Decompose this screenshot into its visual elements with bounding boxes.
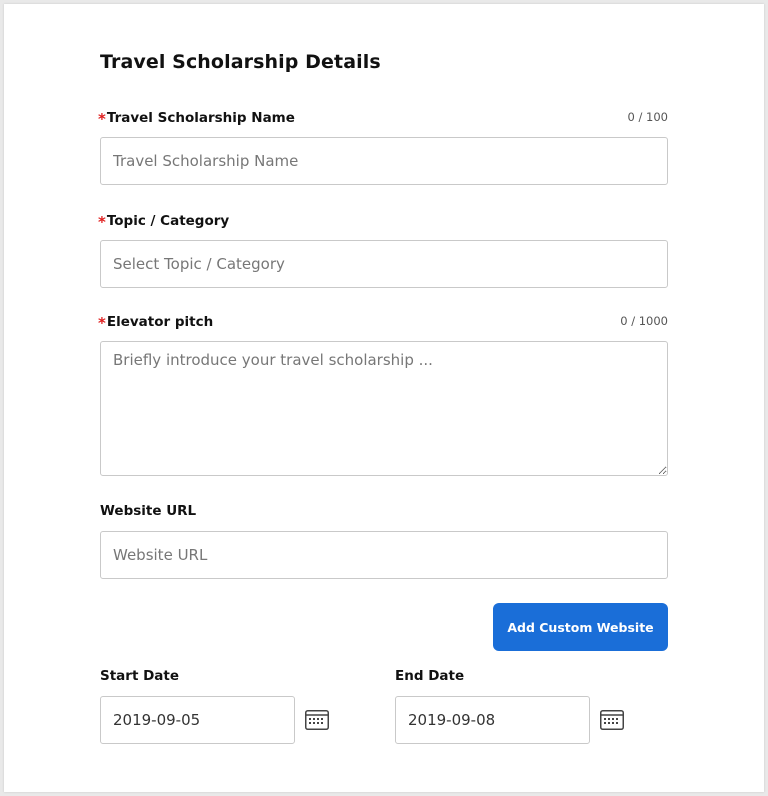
- website-url-input[interactable]: [100, 531, 668, 579]
- name-label-text: Travel Scholarship Name: [106, 110, 295, 126]
- pitch-label: *Elevator pitch: [98, 312, 214, 332]
- pitch-label-text: Elevator pitch: [106, 314, 214, 330]
- elevator-pitch-textarea[interactable]: [100, 341, 668, 476]
- form-card: Travel Scholarship Details *Travel Schol…: [4, 4, 764, 792]
- end-date-input[interactable]: [395, 696, 590, 744]
- website-label: Website URL: [100, 503, 197, 519]
- name-label: *Travel Scholarship Name: [98, 108, 295, 128]
- pitch-char-counter: 0 / 1000: [620, 314, 668, 328]
- end-date-label: End Date: [395, 668, 465, 684]
- required-marker: *: [98, 213, 106, 231]
- start-date-label: Start Date: [100, 668, 180, 684]
- category-label-text: Topic / Category: [106, 213, 230, 229]
- scholarship-name-input[interactable]: [100, 137, 668, 185]
- calendar-icon[interactable]: [305, 710, 329, 730]
- required-marker: *: [98, 314, 106, 332]
- required-marker: *: [98, 110, 106, 128]
- start-date-input[interactable]: [100, 696, 295, 744]
- form-title: Travel Scholarship Details: [100, 51, 381, 73]
- calendar-icon[interactable]: [600, 710, 624, 730]
- category-select[interactable]: [100, 240, 668, 288]
- name-char-counter: 0 / 100: [627, 110, 668, 124]
- add-custom-website-button[interactable]: Add Custom Website: [493, 603, 668, 651]
- category-label: *Topic / Category: [98, 211, 230, 231]
